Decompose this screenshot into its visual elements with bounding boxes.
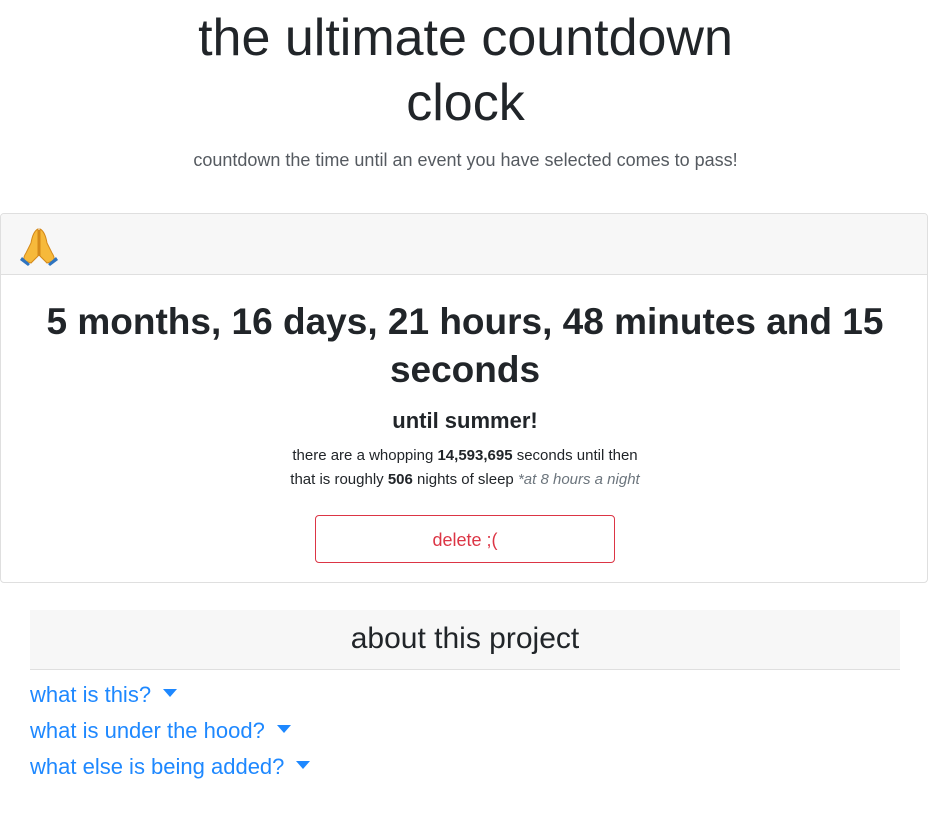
- caret-down-icon: [163, 689, 178, 698]
- caret-down-icon: [276, 725, 291, 734]
- sleep-note: *at 8 hours a night: [517, 471, 640, 488]
- sleep-stat: that is roughly 506 nights of sleep *at …: [1, 470, 927, 490]
- card-header: [1, 214, 927, 275]
- sleep-value: 506: [387, 471, 413, 488]
- countdown-display: 5 months, 16 days, 21 hours, 48 minutes …: [46, 301, 884, 390]
- seconds-value: 14,593,695: [437, 447, 513, 464]
- page: the ultimate countdown clock countdown t…: [0, 0, 931, 817]
- page-subtitle: countdown the time until an event you ha…: [193, 150, 738, 170]
- sleep-suffix: nights of sleep: [417, 471, 514, 488]
- sleep-prefix: that is roughly: [290, 471, 384, 488]
- delete-button[interactable]: delete ;(: [315, 515, 615, 563]
- faq-label: what is this?: [30, 682, 152, 707]
- page-title: the ultimate countdown clock: [198, 9, 733, 132]
- countdown-card: 5 months, 16 days, 21 hours, 48 minutes …: [0, 213, 928, 583]
- faq-item-what-is-this[interactable]: what is this?: [30, 681, 178, 709]
- faq-label: what is under the hood?: [30, 718, 265, 743]
- faq-item-under-the-hood[interactable]: what is under the hood?: [30, 717, 291, 745]
- folded-hands-icon: [20, 228, 58, 266]
- caret-down-icon: [296, 761, 311, 770]
- seconds-stat: there are a whopping 14,593,695 seconds …: [1, 446, 927, 466]
- event-label: until summer!: [392, 408, 538, 433]
- seconds-suffix: seconds until then: [516, 447, 638, 464]
- seconds-prefix: there are a whopping: [292, 447, 434, 464]
- faq-item-being-added[interactable]: what else is being added?: [30, 753, 311, 781]
- faq-label: what else is being added?: [30, 754, 285, 779]
- about-heading: about this project: [30, 610, 900, 670]
